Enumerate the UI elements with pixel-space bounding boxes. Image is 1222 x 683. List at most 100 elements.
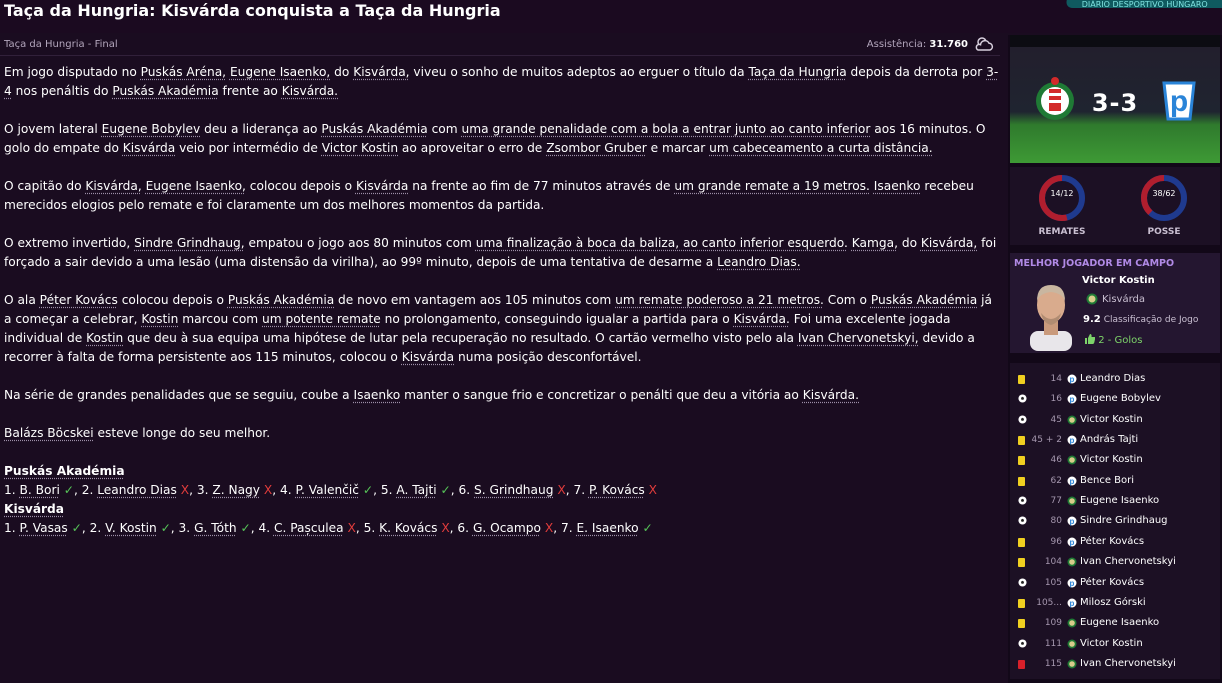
- kisvarda-club-icon: [1067, 557, 1077, 567]
- entity-link[interactable]: Puskás Akadémia: [112, 84, 218, 98]
- kick-taker-link[interactable]: G. Ocampo: [473, 521, 541, 535]
- event-player-name[interactable]: Eugene Isaenko: [1080, 495, 1159, 506]
- entity-link[interactable]: Kisvárda,: [921, 236, 977, 250]
- event-row[interactable]: 105 p Péter Kovács: [1010, 573, 1220, 593]
- entity-link[interactable]: Zsombor Gruber: [546, 141, 647, 155]
- player-avatar[interactable]: [1024, 275, 1078, 351]
- kick-taker-link[interactable]: A. Tajti: [396, 483, 436, 497]
- entity-link[interactable]: Péter Kovács: [40, 293, 118, 307]
- shootout-kick: 1. B. Bori ✓,: [4, 483, 82, 497]
- entity-link[interactable]: Ivan Chervonetskyi,: [798, 331, 919, 345]
- event-player-name[interactable]: Victor Kostin: [1080, 414, 1143, 425]
- entity-link[interactable]: Taça da Hungria: [748, 65, 846, 79]
- entity-link[interactable]: Kisvárda,: [85, 179, 141, 193]
- entity-link[interactable]: Isaenko: [354, 388, 401, 402]
- entity-link[interactable]: Puskás Akadémia: [228, 293, 334, 307]
- shootout-team-name[interactable]: Puskás Akadémia: [4, 462, 1000, 481]
- player-of-the-match-panel[interactable]: MELHOR JOGADOR EM CAMPO Victor Kostin Ki…: [1010, 253, 1220, 353]
- event-row[interactable]: 80 p Sindre Grindhaug: [1010, 511, 1220, 531]
- event-row[interactable]: 45 + 2 p András Tajti: [1010, 430, 1220, 450]
- event-player-name[interactable]: Ivan Chervonetskyi: [1080, 658, 1176, 669]
- entity-link[interactable]: Kisvárda.: [282, 84, 338, 98]
- event-player-name[interactable]: Sindre Grindhaug: [1080, 515, 1168, 526]
- event-row[interactable]: 45 Victor Kostin: [1010, 410, 1220, 430]
- kick-taker-link[interactable]: C. Pașculea: [274, 521, 344, 535]
- motm-club[interactable]: Kisvárda: [1102, 294, 1145, 305]
- entity-link[interactable]: Balázs Böcskei: [4, 426, 94, 440]
- entity-link[interactable]: um cabeceamento a curta distância.: [709, 141, 933, 155]
- event-row[interactable]: 115 Ivan Chervonetskyi: [1010, 654, 1220, 674]
- article-text: Com o: [823, 293, 871, 307]
- entity-link[interactable]: um potente remate: [262, 312, 381, 326]
- entity-link[interactable]: Eugene Isaenko,: [230, 65, 330, 79]
- event-player-name[interactable]: András Tajti: [1080, 434, 1138, 445]
- event-row[interactable]: 46 Victor Kostin: [1010, 450, 1220, 470]
- event-row[interactable]: 105... p Milosz Górski: [1010, 593, 1220, 613]
- puskas-crest-icon[interactable]: p: [1156, 75, 1202, 123]
- entity-link[interactable]: Kisvárda: [356, 179, 408, 193]
- kick-taker-link[interactable]: Leandro Dias: [97, 483, 177, 497]
- event-player-name[interactable]: Eugene Bobylev: [1080, 393, 1161, 404]
- event-player-name[interactable]: Milosz Górski: [1080, 597, 1146, 608]
- kick-taker-link[interactable]: E. Isaenko: [576, 521, 638, 535]
- entity-link[interactable]: uma grande penalidade com a bola a entra…: [462, 122, 871, 136]
- kick-taker-link[interactable]: K. Kovács: [379, 521, 437, 535]
- score-panel[interactable]: 3-3 p: [1010, 35, 1220, 163]
- entity-link[interactable]: Kisvárda: [123, 141, 175, 155]
- red-card-icon: [1018, 659, 1025, 669]
- entity-link[interactable]: Kisvárda.: [803, 388, 859, 402]
- news-source-tag[interactable]: DIÁRIO DESPORTIVO HÚNGARO: [1062, 0, 1222, 8]
- event-row[interactable]: 109 Eugene Isaenko: [1010, 613, 1220, 633]
- kick-scored-icon: ✓: [71, 521, 82, 535]
- event-player-name[interactable]: Victor Kostin: [1080, 454, 1143, 465]
- entity-link[interactable]: Kisvárda.: [734, 312, 790, 326]
- entity-link[interactable]: Puskás Aréna,: [141, 65, 226, 79]
- entity-link[interactable]: Kostin: [141, 312, 178, 326]
- entity-link[interactable]: Sindre Grindhaug,: [134, 236, 245, 250]
- kick-missed-icon: X: [347, 521, 356, 535]
- event-row[interactable]: 104 Ivan Chervonetskyi: [1010, 552, 1220, 572]
- entity-link[interactable]: Kostin: [86, 331, 123, 345]
- kick-taker-link[interactable]: G. Tóth: [194, 521, 237, 535]
- event-row[interactable]: 14 p Leandro Dias: [1010, 369, 1220, 389]
- stadium-roof: [1010, 35, 1220, 47]
- motm-player-name[interactable]: Victor Kostin: [1082, 275, 1155, 286]
- event-player-name[interactable]: Péter Kovács: [1080, 536, 1144, 547]
- kick-taker-link[interactable]: V. Kostin: [105, 521, 157, 535]
- event-player-name[interactable]: Victor Kostin: [1080, 638, 1143, 649]
- event-minute: 45: [1050, 414, 1062, 425]
- event-row[interactable]: 111 Victor Kostin: [1010, 634, 1220, 654]
- event-player-name[interactable]: Eugene Isaenko: [1080, 617, 1159, 628]
- competition-label[interactable]: Taça da Hungria - Final: [4, 39, 118, 50]
- entity-link[interactable]: um remate poderoso a 21 metros.: [615, 293, 824, 307]
- entity-link[interactable]: Puskás Akadémia: [871, 293, 977, 307]
- kick-taker-link[interactable]: P. Vasas: [20, 521, 68, 535]
- event-player-name[interactable]: Péter Kovács: [1080, 577, 1144, 588]
- entity-link[interactable]: uma finalização à boca da baliza, ao can…: [476, 236, 848, 250]
- event-player-name[interactable]: Bence Bori: [1080, 475, 1134, 486]
- entity-link[interactable]: Kisvárda: [402, 350, 454, 364]
- event-row[interactable]: 16 p Eugene Bobylev: [1010, 389, 1220, 409]
- entity-link[interactable]: Victor Kostin: [322, 141, 398, 155]
- entity-link[interactable]: Eugene Bobylev: [102, 122, 201, 136]
- kick-taker-link[interactable]: P. Valenčič: [296, 483, 359, 497]
- event-row[interactable]: 77 Eugene Isaenko: [1010, 491, 1220, 511]
- event-row[interactable]: 62 p Bence Bori: [1010, 471, 1220, 491]
- entity-link[interactable]: Eugene Isaenko,: [146, 179, 246, 193]
- goal-ball-icon: [1018, 577, 1027, 587]
- svg-text:p: p: [1070, 579, 1075, 588]
- event-player-name[interactable]: Ivan Chervonetskyi: [1080, 556, 1176, 567]
- event-row[interactable]: 96 p Péter Kovács: [1010, 532, 1220, 552]
- event-player-name[interactable]: Leandro Dias: [1080, 373, 1145, 384]
- entity-link[interactable]: Kamga,: [852, 236, 898, 250]
- shootout-team-name[interactable]: Kisvárda: [4, 500, 1000, 519]
- entity-link[interactable]: Puskás Akadémia: [321, 122, 427, 136]
- entity-link[interactable]: um grande remate a 19 metros.: [674, 179, 870, 193]
- entity-link[interactable]: Kisvárda,: [353, 65, 409, 79]
- kick-taker-link[interactable]: S. Grindhaug: [474, 483, 553, 497]
- kick-taker-link[interactable]: B. Bori: [20, 483, 60, 497]
- kick-taker-link[interactable]: Z. Nagy: [212, 483, 260, 497]
- entity-link[interactable]: Leandro Dias.: [717, 255, 801, 269]
- entity-link[interactable]: Isaenko: [874, 179, 921, 193]
- kick-taker-link[interactable]: P. Kovács: [589, 483, 645, 497]
